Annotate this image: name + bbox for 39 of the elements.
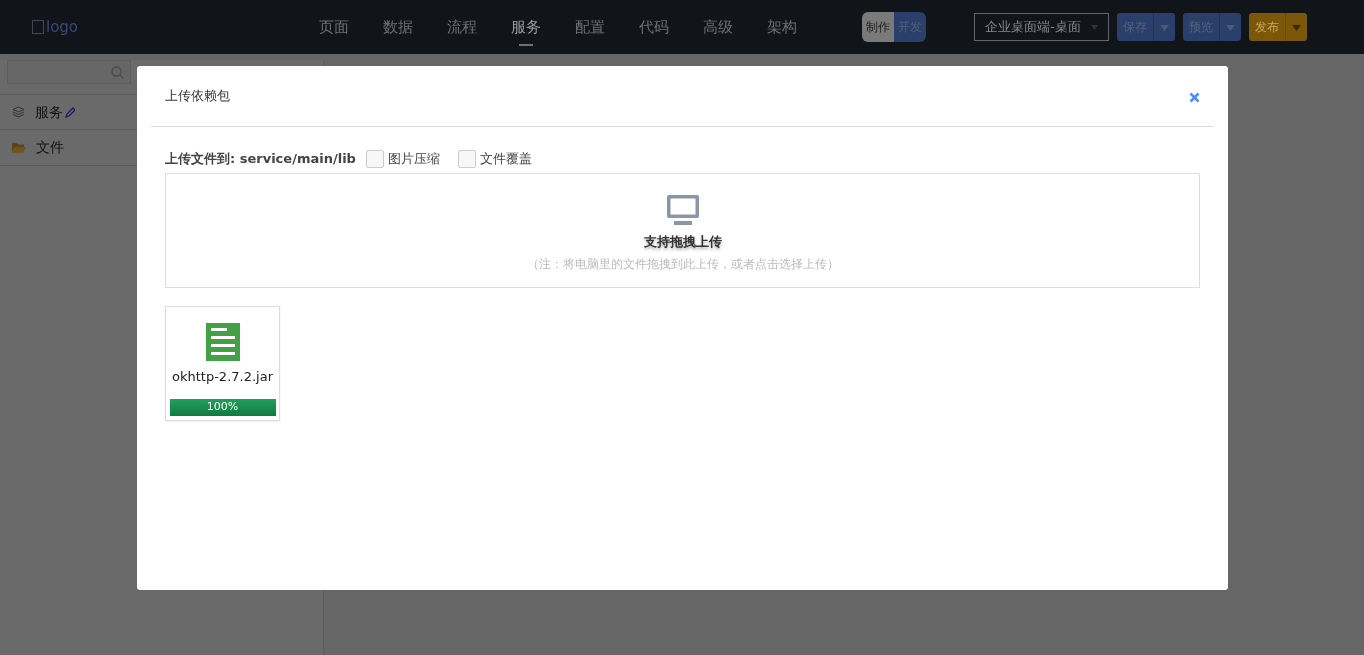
monitor-icon xyxy=(665,193,700,226)
document-icon xyxy=(205,322,240,361)
target-select[interactable]: 企业桌面端-桌面 xyxy=(974,13,1109,41)
checkbox[interactable] xyxy=(457,149,476,168)
sidebar-label: 服务 xyxy=(35,102,63,122)
search-field[interactable] xyxy=(7,60,131,84)
close-icon xyxy=(1189,91,1200,103)
checkbox[interactable] xyxy=(365,149,384,168)
dropdown-toggle-button[interactable] xyxy=(1219,13,1241,41)
progress-fill: 100% xyxy=(169,398,276,416)
nav-tab[interactable]: 服务 xyxy=(494,0,558,54)
logo-text: logo xyxy=(46,16,79,38)
nav-tab[interactable]: 代码 xyxy=(622,0,686,54)
checkbox-option[interactable]: 文件覆盖 xyxy=(457,149,532,169)
layers-icon xyxy=(12,106,25,118)
file-name: okhttp-2.7.2.jar xyxy=(172,367,273,386)
broken-image-icon xyxy=(32,20,44,34)
upload-path-label: 上传文件到: service/main/lib xyxy=(165,150,356,168)
nav-tab[interactable]: 页面 xyxy=(302,0,366,54)
caret-icon xyxy=(1226,24,1235,31)
search-icon xyxy=(111,65,124,79)
nav-tab[interactable]: 配置 xyxy=(558,0,622,54)
nav-tab[interactable]: 高级 xyxy=(686,0,750,54)
checkbox-option[interactable]: 图片压缩 xyxy=(365,149,440,169)
dropdown-toggle-button[interactable] xyxy=(1153,13,1175,41)
caret-icon xyxy=(1091,24,1098,30)
nav-tab[interactable]: 流程 xyxy=(430,0,494,54)
dialog-title: 上传依赖包 xyxy=(165,87,230,106)
caret-icon xyxy=(1292,24,1301,31)
caret-icon xyxy=(1160,24,1169,31)
sidebar-label: 文件 xyxy=(36,138,64,157)
mode-tab[interactable]: 制作 xyxy=(862,12,894,42)
dropzone-title: 支持拖拽上传 xyxy=(643,232,722,251)
nav-tab[interactable]: 数据 xyxy=(366,0,430,54)
file-card[interactable]: okhttp-2.7.2.jar 100% xyxy=(165,305,280,421)
folder-icon xyxy=(12,142,26,153)
action-button[interactable]: 发布 xyxy=(1249,13,1285,41)
dropdown-toggle-button[interactable] xyxy=(1285,13,1307,41)
nav-tab[interactable]: 架构 xyxy=(750,0,814,54)
